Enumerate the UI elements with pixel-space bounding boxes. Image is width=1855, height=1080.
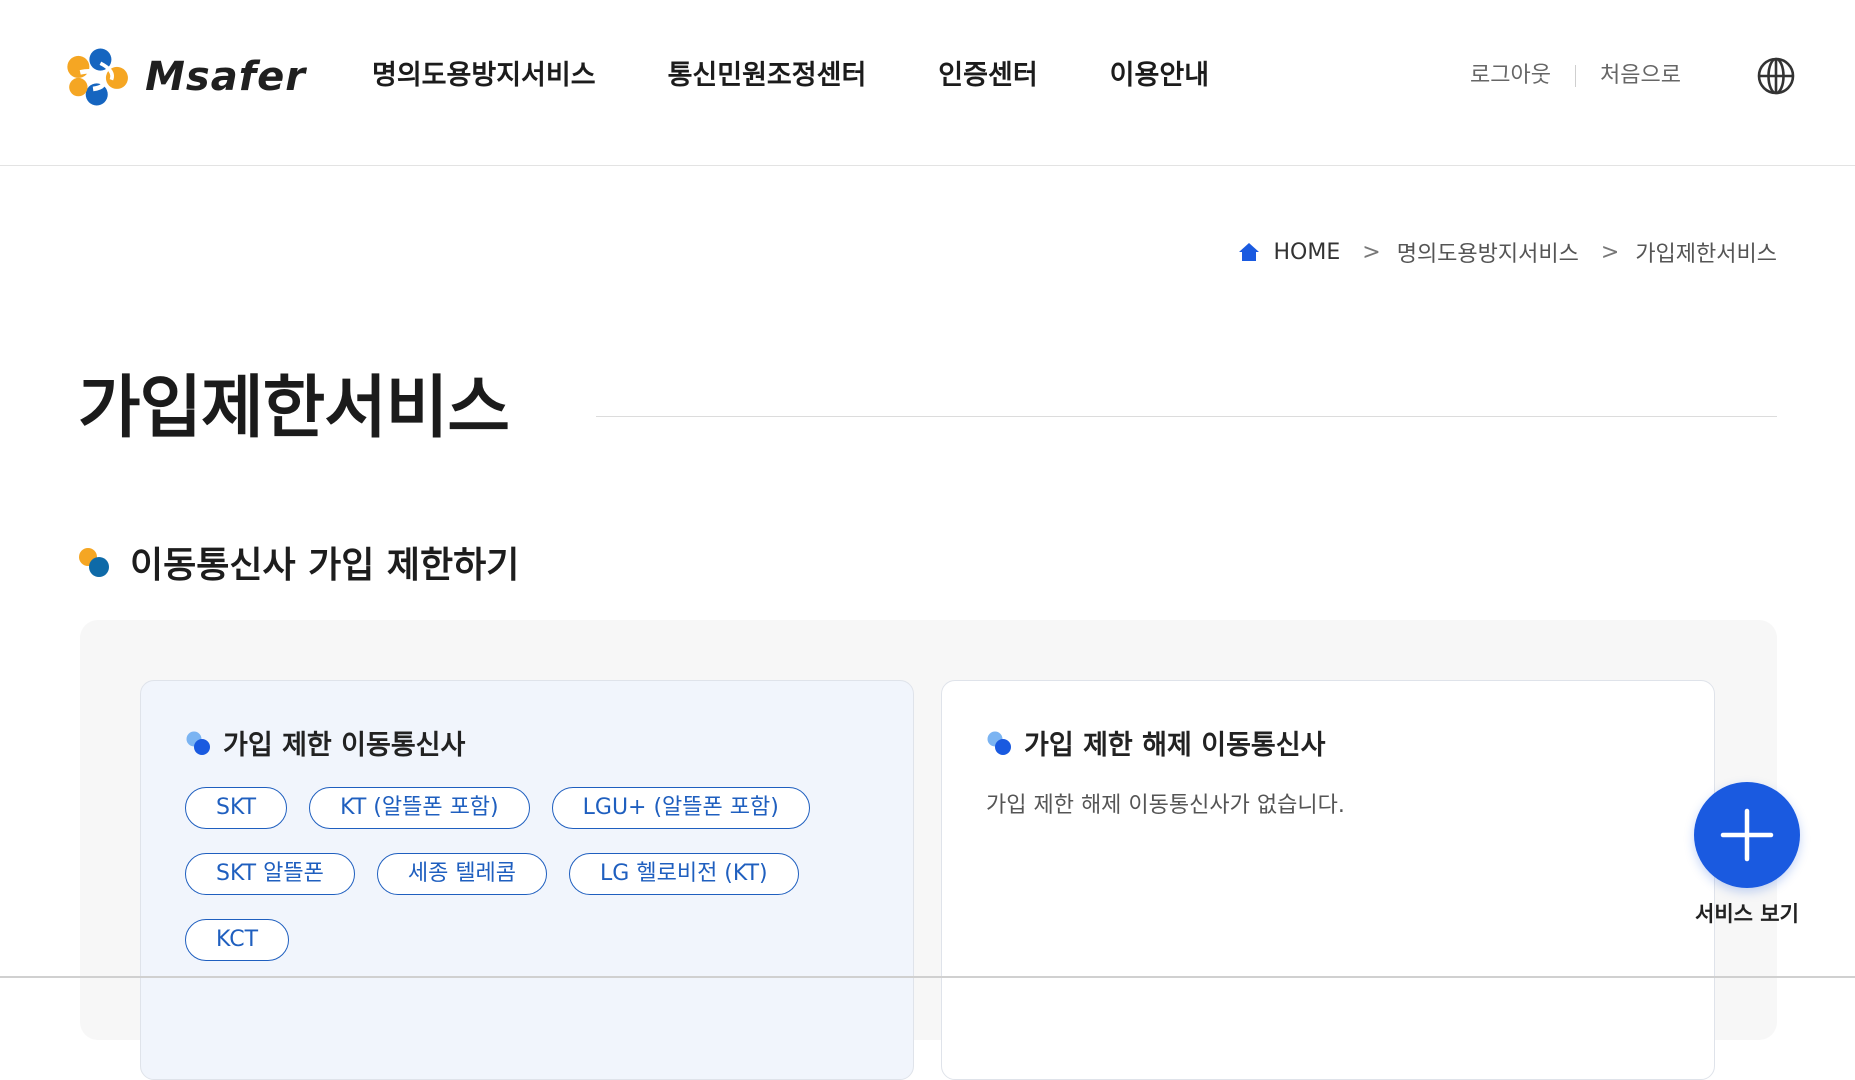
carrier-chip-skt[interactable]: SKT [185, 787, 288, 829]
go-home-link[interactable]: 처음으로 [1600, 58, 1681, 94]
plus-icon [1720, 808, 1774, 862]
utility-links: 로그아웃 처음으로 [1470, 58, 1681, 94]
home-icon [1238, 243, 1259, 261]
restricted-card-title: 가입 제한 이동통신사 [223, 730, 466, 761]
unrestricted-carriers-card: 가입 제한 해제 이동통신사 가입 제한 해제 이동통신사가 없습니다. [941, 680, 1715, 1080]
breadcrumb: HOME > 명의도용방지서비스 > 가입제한서비스 [1238, 236, 1777, 268]
title-divider [596, 416, 1777, 417]
logout-link[interactable]: 로그아웃 [1470, 58, 1551, 94]
main-nav: 명의도용방지서비스 통신민원조정센터 인증센터 이용안내 [372, 52, 1281, 100]
service-view-button[interactable] [1694, 782, 1800, 888]
carrier-chip-sejong[interactable]: 세종 텔레콤 [376, 853, 548, 895]
carrier-chip-skt-mvno[interactable]: SKT 알뜰폰 [185, 853, 355, 895]
logo-text: Msafer [145, 54, 306, 100]
carrier-chip-kt[interactable]: KT (알뜰폰 포함) [309, 787, 530, 829]
restricted-carrier-list: SKT KT (알뜰폰 포함) LGU+ (알뜰폰 포함) SKT 알뜰폰 세종… [185, 787, 885, 985]
carrier-chip-lgu[interactable]: LGU+ (알뜰폰 포함) [551, 787, 810, 829]
nav-item-auth-center[interactable]: 인증센터 [938, 52, 1037, 100]
restricted-carriers-card: 가입 제한 이동통신사 SKT KT (알뜰폰 포함) LGU+ (알뜰폰 포함… [140, 680, 914, 1080]
carrier-chip-kct[interactable]: KCT [185, 919, 290, 961]
section-title: 이동통신사 가입 제한하기 [130, 545, 520, 586]
section-heading: 이동통신사 가입 제한하기 [78, 536, 519, 588]
breadcrumb-home[interactable]: HOME [1274, 240, 1341, 265]
empty-state-message: 가입 제한 해제 이동통신사가 없습니다. [986, 793, 1345, 818]
section-bullet-icon [79, 548, 109, 577]
breadcrumb-level1[interactable]: 명의도용방지서비스 [1397, 236, 1579, 268]
card-bullet-icon [987, 731, 1011, 755]
breadcrumb-current: 가입제한서비스 [1635, 242, 1777, 267]
restricted-card-heading: 가입 제한 이동통신사 [185, 723, 465, 762]
site-header: Msafer 명의도용방지서비스 통신민원조정센터 인증센터 이용안내 로그아웃… [0, 0, 1855, 166]
service-view-label: 서비스 보기 [1695, 902, 1799, 926]
msafer-logo-icon [67, 48, 128, 106]
breadcrumb-separator: > [1600, 239, 1620, 265]
utility-divider [1574, 65, 1576, 87]
carrier-chip-lg-hellovision[interactable]: LG 헬로비전 (KT) [569, 853, 799, 895]
nav-item-identity-protection[interactable]: 명의도용방지서비스 [372, 52, 596, 100]
msafer-logo[interactable]: Msafer [60, 44, 306, 110]
unrestricted-card-title: 가입 제한 해제 이동통신사 [1024, 730, 1326, 761]
unrestricted-card-heading: 가입 제한 해제 이동통신사 [986, 723, 1325, 762]
page-title: 가입제한서비스 [78, 369, 510, 448]
nav-item-complaint-center[interactable]: 통신민원조정센터 [668, 52, 867, 100]
card-bullet-icon [186, 731, 210, 755]
breadcrumb-separator: > [1362, 239, 1381, 265]
nav-item-guide[interactable]: 이용안내 [1110, 52, 1209, 100]
language-globe-icon[interactable] [1756, 56, 1796, 96]
